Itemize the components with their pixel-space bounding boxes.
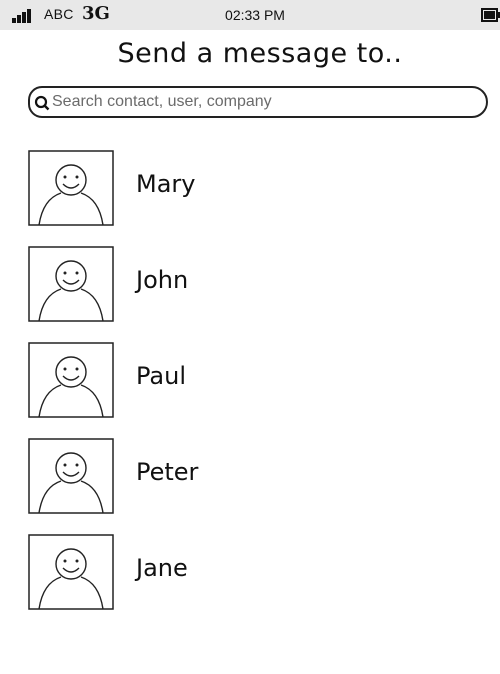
contact-item-mary[interactable]: Mary	[0, 146, 500, 242]
page-title: Send a message to..	[117, 38, 403, 69]
status-bar: ABC 3G 02:33 PM	[0, 0, 500, 30]
person-placeholder-icon	[28, 150, 114, 226]
signal-bars-icon	[12, 9, 31, 23]
person-placeholder-icon	[28, 438, 114, 514]
contact-item-jane[interactable]: Jane	[0, 530, 500, 626]
contact-name: Mary	[136, 170, 196, 198]
person-placeholder-icon	[28, 246, 114, 322]
contact-list: Mary John Paul Peter Jane	[0, 146, 500, 626]
carrier-label: ABC	[44, 6, 74, 22]
contact-item-john[interactable]: John	[0, 242, 500, 338]
contact-item-paul[interactable]: Paul	[0, 338, 500, 434]
person-placeholder-icon	[28, 534, 114, 610]
status-time: 02:33 PM	[225, 7, 285, 23]
contact-item-peter[interactable]: Peter	[0, 434, 500, 530]
contact-name: Jane	[136, 554, 188, 582]
search-icon	[34, 95, 50, 111]
search-input[interactable]	[52, 91, 472, 113]
search-bar[interactable]	[28, 86, 488, 118]
contact-name: John	[136, 266, 189, 294]
person-placeholder-icon	[28, 342, 114, 418]
contact-name: Peter	[136, 458, 199, 486]
contact-name: Paul	[136, 362, 186, 390]
network-type: 3G	[82, 3, 110, 24]
battery-icon	[481, 8, 500, 22]
